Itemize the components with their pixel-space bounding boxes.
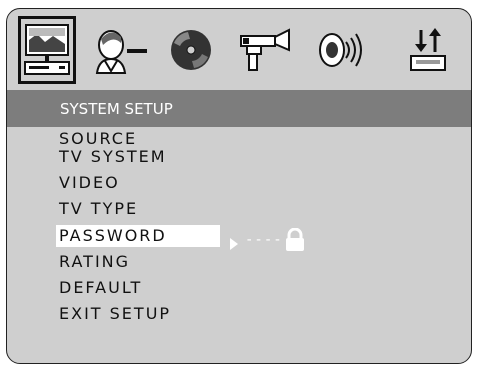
- person-language-icon: [95, 30, 147, 74]
- menu-item-tv-type[interactable]: TV TYPE: [56, 198, 220, 220]
- menu-item-exit-setup[interactable]: EXIT SETUP: [56, 303, 220, 325]
- menu-item-video[interactable]: VIDEO: [56, 172, 220, 194]
- tab-speaker-setup[interactable]: [312, 16, 370, 84]
- tab-language-setup[interactable]: [92, 16, 150, 84]
- submenu-arrow-icon: [230, 238, 238, 250]
- menu-item-tv-system[interactable]: TV SYSTEM: [56, 146, 220, 168]
- disc-icon: [171, 30, 211, 70]
- icon-toolbar: [7, 9, 471, 90]
- menu-item-rating[interactable]: RATING: [56, 251, 220, 273]
- section-header: SYSTEM SETUP: [7, 90, 471, 127]
- up-down-arrows-icon: [410, 28, 446, 71]
- tab-system-setup[interactable]: [18, 16, 76, 84]
- monitor-icon: [24, 24, 70, 75]
- tab-video-setup[interactable]: [236, 16, 294, 84]
- setup-panel: SYSTEM SETUP SOURCE TV SYSTEM VIDEO TV T…: [6, 8, 472, 364]
- tab-audio-setup[interactable]: [162, 16, 220, 84]
- menu-item-default[interactable]: DEFAULT: [56, 277, 220, 299]
- menu-item-password[interactable]: PASSWORD: [56, 225, 220, 247]
- lock-icon: [286, 228, 304, 251]
- speaker-icon: [319, 33, 362, 67]
- video-camera-icon: [240, 28, 290, 71]
- password-value: ----: [245, 232, 283, 248]
- tab-preference-setup[interactable]: [399, 16, 457, 84]
- page-title: SYSTEM SETUP: [60, 100, 173, 118]
